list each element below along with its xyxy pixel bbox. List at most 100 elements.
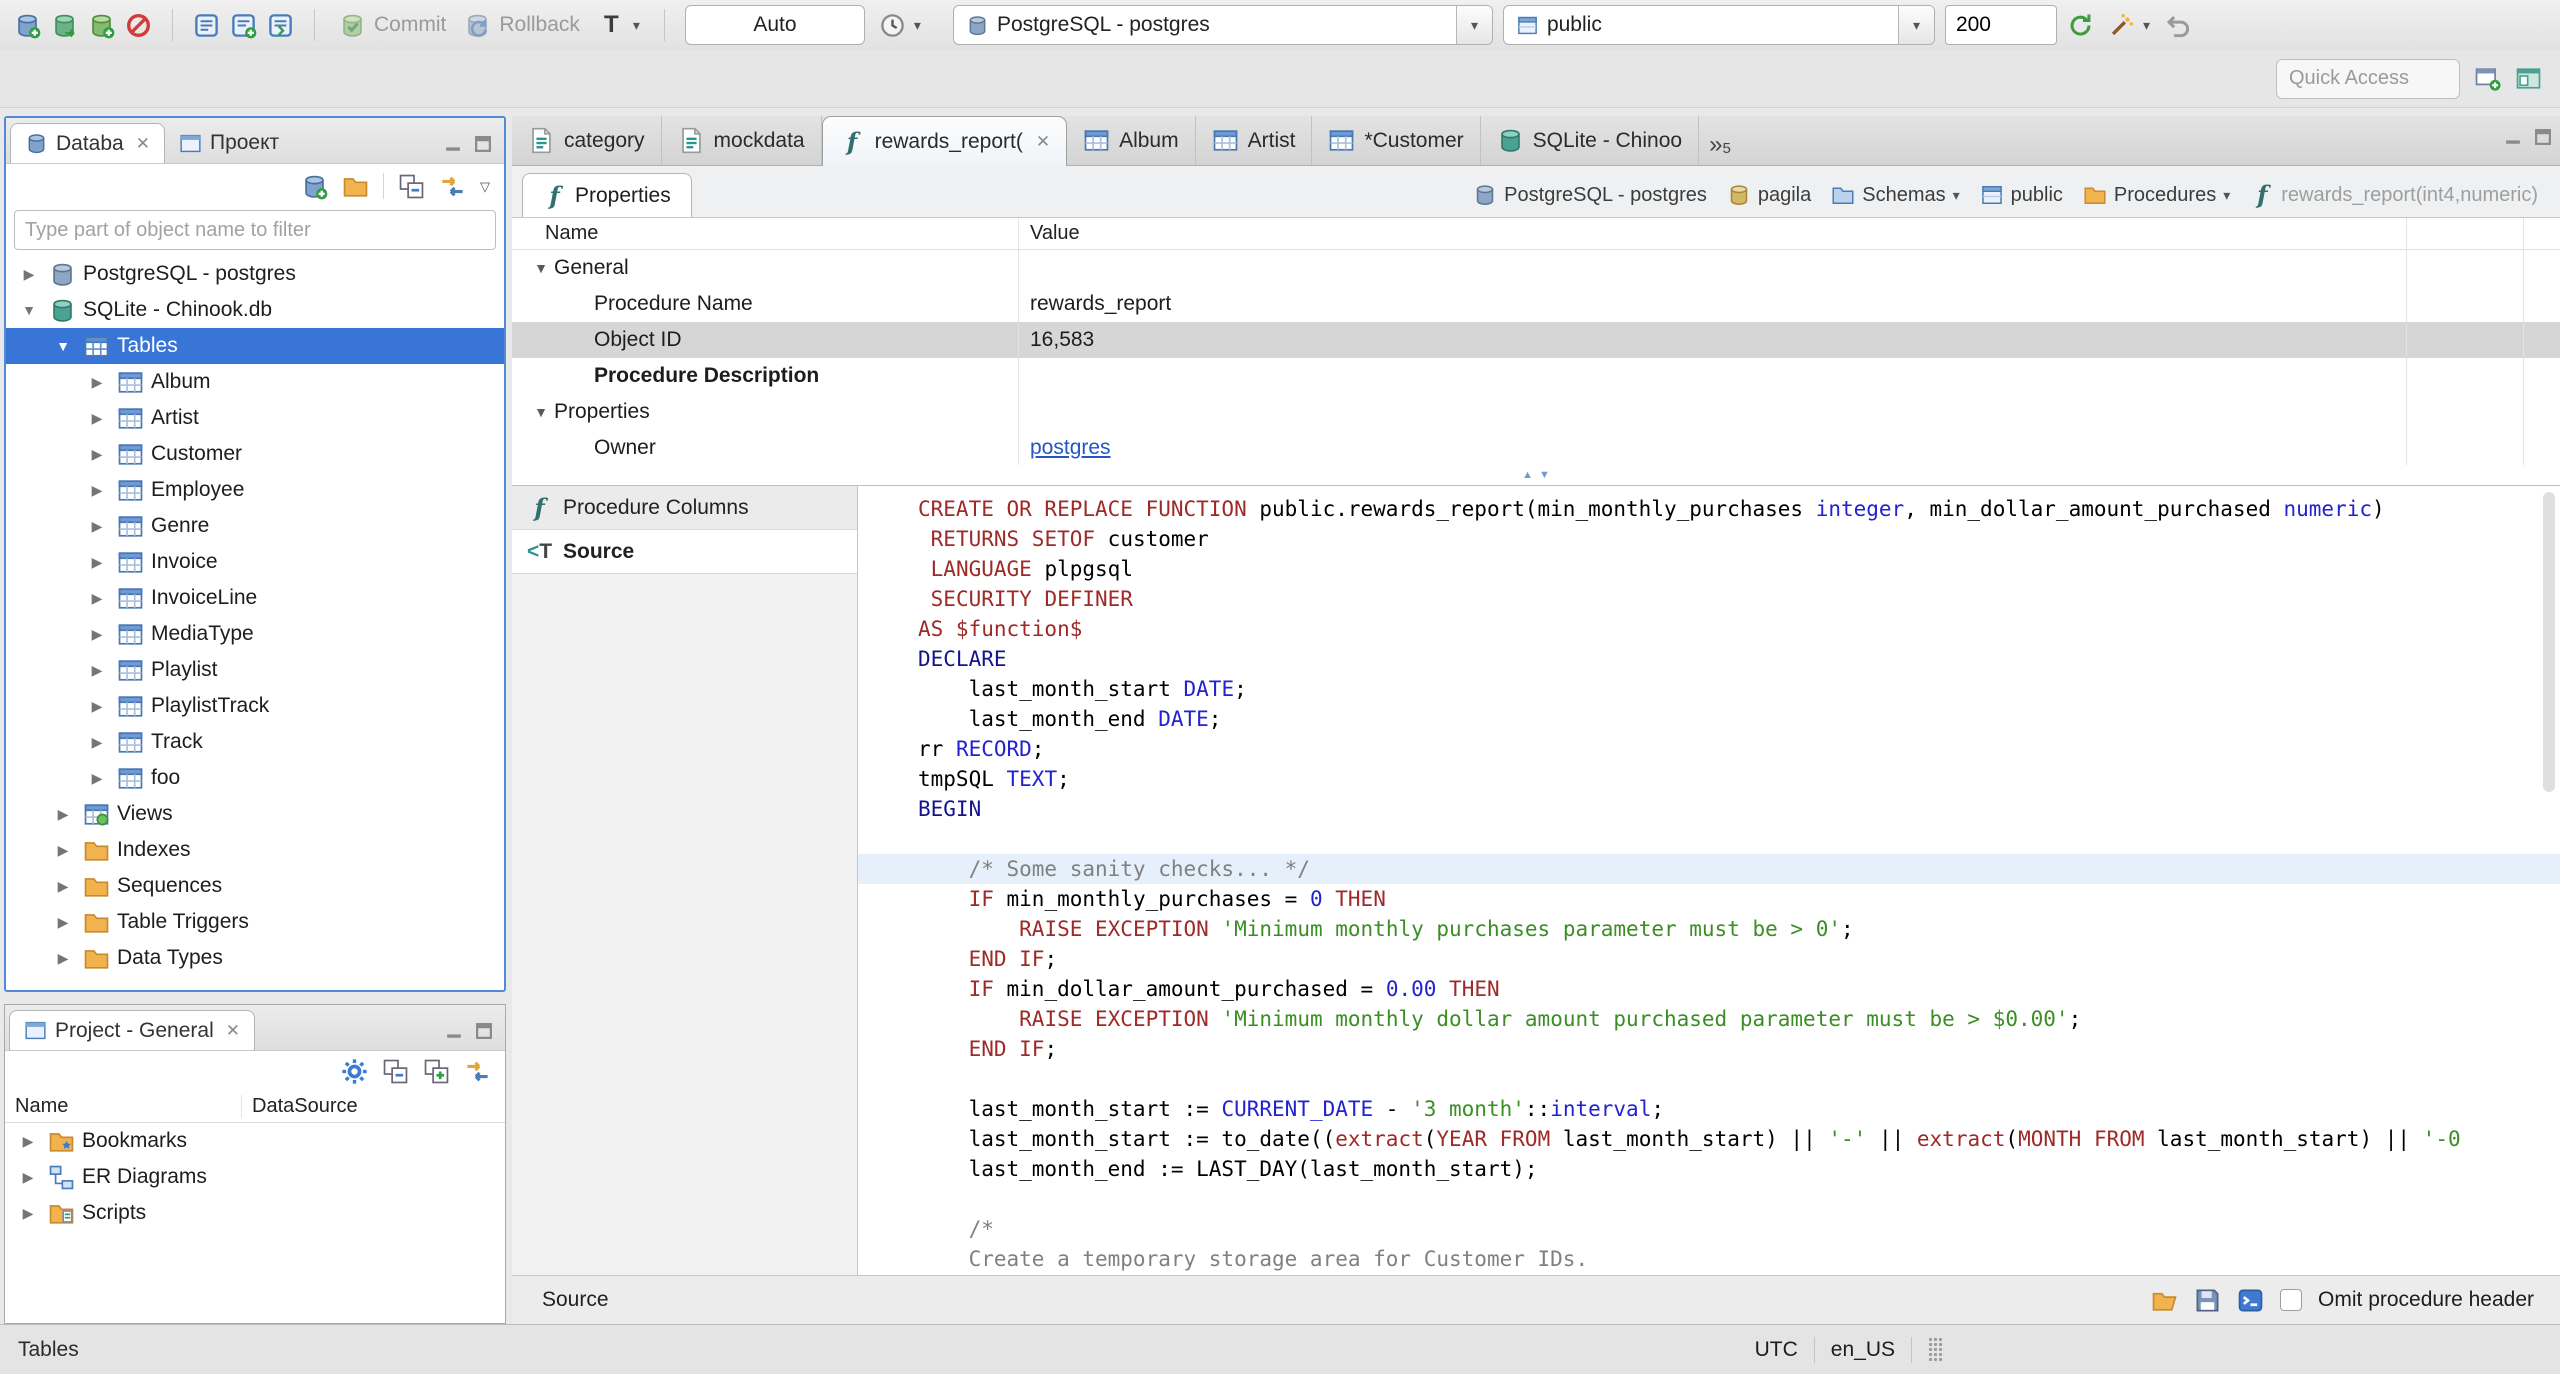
project-item-scripts[interactable]: ▶ Scripts (5, 1195, 505, 1231)
expand-arrow-collapsed-icon[interactable]: ▶ (84, 482, 110, 499)
expand-arrow-collapsed-icon[interactable]: ▶ (84, 518, 110, 535)
tree-item-playlisttrack[interactable]: ▶ PlaylistTrack (6, 688, 504, 724)
owner-link[interactable]: postgres (1030, 436, 1111, 459)
minimize-icon[interactable] (2502, 126, 2524, 148)
column-header-name[interactable]: Name (5, 1095, 242, 1118)
folder-open-icon[interactable] (2151, 1287, 2178, 1314)
code-line[interactable]: last_month_start := to_date((extract(YEA… (858, 1124, 2560, 1154)
expand-arrow-collapsed-icon[interactable]: ▶ (16, 266, 42, 283)
code-line[interactable]: END IF; (858, 944, 2560, 974)
code-line[interactable]: RETURNS SETOF customer (858, 524, 2560, 554)
scrollbar[interactable] (2543, 492, 2555, 792)
property-group-row-general[interactable]: ▼ General (512, 250, 2560, 286)
minimize-icon[interactable] (442, 133, 464, 155)
sql-editor-icon[interactable] (193, 12, 220, 39)
maximize-icon[interactable] (473, 1020, 495, 1042)
expand-arrow-collapsed-icon[interactable]: ▶ (84, 626, 110, 643)
editor-tab-category[interactable]: category (512, 116, 662, 165)
code-line[interactable]: last_month_end := LAST_DAY(last_month_st… (858, 1154, 2560, 1184)
breadcrumb-item-procedures[interactable]: Procedures ▾ (2083, 183, 2230, 207)
expand-arrow-collapsed-icon[interactable]: ▶ (84, 590, 110, 607)
connection-selector[interactable]: PostgreSQL - postgres ▾ (952, 5, 1493, 45)
subtab-procedure-columns[interactable]: f Procedure Columns (512, 486, 857, 530)
link-editor-icon[interactable] (439, 173, 466, 200)
subtab-source[interactable]: <T Source (512, 530, 857, 574)
code-line[interactable]: SECURITY DEFINER (858, 584, 2560, 614)
tree-item-album[interactable]: ▶ Album (6, 364, 504, 400)
code-line[interactable]: */ (858, 1274, 2560, 1275)
chevron-down-icon[interactable]: ▾ (1953, 188, 1960, 202)
filter-input[interactable] (14, 210, 496, 250)
code-line[interactable]: last_month_end DATE; (858, 704, 2560, 734)
expand-arrow-collapsed-icon[interactable]: ▶ (84, 662, 110, 679)
minimize-icon[interactable] (443, 1020, 465, 1042)
refresh-icon[interactable] (2067, 12, 2094, 39)
expand-arrow-collapsed-icon[interactable]: ▶ (50, 950, 76, 967)
project-item-er-diagrams[interactable]: ▶ ER Diagrams (5, 1159, 505, 1195)
expand-arrow-expanded-icon[interactable]: ▼ (16, 302, 42, 318)
omit-procedure-header-checkbox[interactable] (2280, 1289, 2303, 1311)
column-header-datasource[interactable]: DataSource (242, 1095, 358, 1118)
tree-item-invoiceline[interactable]: ▶ InvoiceLine (6, 580, 504, 616)
code-line[interactable]: DECLARE (858, 644, 2560, 674)
expand-arrow-expanded-icon[interactable]: ▼ (50, 338, 76, 354)
tree-item-postgresql-postgres[interactable]: ▶ PostgreSQL - postgres (6, 256, 504, 292)
expand-arrow-collapsed-icon[interactable]: ▶ (84, 554, 110, 571)
breadcrumb-item-pagila[interactable]: pagila (1727, 183, 1811, 207)
code-line[interactable]: /* Some sanity checks... */ (858, 854, 2560, 884)
new-connection-small-icon[interactable] (301, 173, 328, 200)
expand-arrow-collapsed-icon[interactable]: ▶ (84, 698, 110, 715)
view-menu-icon[interactable]: ▽ (480, 180, 490, 193)
code-line[interactable]: last_month_start := CURRENT_DATE - '3 mo… (858, 1094, 2560, 1124)
collapse-all-icon[interactable] (398, 173, 425, 200)
tree-item-artist[interactable]: ▶ Artist (6, 400, 504, 436)
maximize-icon[interactable] (472, 133, 494, 155)
expand-arrow-collapsed-icon[interactable]: ▶ (84, 446, 110, 463)
close-icon[interactable]: ✕ (136, 134, 150, 154)
locale-label[interactable]: en_US (1831, 1338, 1895, 1362)
property-row-procedure-name[interactable]: Procedure Name rewards_report (512, 286, 2560, 322)
code-line[interactable]: /* (858, 1214, 2560, 1244)
code-line[interactable]: BEGIN (858, 794, 2560, 824)
property-row-procedure-description[interactable]: Procedure Description (512, 358, 2560, 394)
tab-overflow[interactable]: » 5 (1699, 116, 1741, 165)
source-code-editor[interactable]: CREATE OR REPLACE FUNCTION public.reward… (858, 486, 2560, 1275)
persist-icon[interactable] (2237, 1287, 2264, 1314)
expand-arrow-collapsed-icon[interactable]: ▶ (84, 734, 110, 751)
tree-item-mediatype[interactable]: ▶ MediaType (6, 616, 504, 652)
grid-column-value[interactable]: Value (1018, 222, 1080, 245)
new-connection-icon[interactable] (14, 12, 41, 39)
auto-commit-combo[interactable]: Auto (684, 5, 865, 45)
tab-database-navigator[interactable]: Databa ✕ (10, 123, 165, 163)
rollback-button[interactable]: Rollback (460, 10, 584, 41)
project-item-bookmarks[interactable]: ▶ Bookmarks (5, 1123, 505, 1159)
expand-all-icon[interactable] (423, 1058, 450, 1085)
breadcrumb-item-rewards-report-int4-numeric[interactable]: f rewards_report(int4,numeric) (2250, 183, 2538, 207)
code-line[interactable]: last_month_start DATE; (858, 674, 2560, 704)
code-line[interactable]: LANGUAGE plpgsql (858, 554, 2560, 584)
link-editor-icon[interactable] (464, 1058, 491, 1085)
new-database-icon[interactable] (88, 12, 115, 39)
code-line[interactable]: Create a temporary storage area for Cust… (858, 1244, 2560, 1274)
format-wand-button[interactable]: ▾ (2104, 10, 2154, 41)
tree-item-sqlite-chinook-db[interactable]: ▼ SQLite - Chinook.db (6, 292, 504, 328)
tree-item-table-triggers[interactable]: ▶ Table Triggers (6, 904, 504, 940)
breadcrumb-item-postgresql-postgres[interactable]: PostgreSQL - postgres (1473, 183, 1707, 207)
open-sql-script-icon[interactable] (267, 12, 294, 39)
expand-arrow-collapsed-icon[interactable]: ▶ (50, 806, 76, 823)
tree-item-views[interactable]: ▶ Views (6, 796, 504, 832)
transaction-mode-button[interactable]: T ▾ (594, 10, 644, 41)
tree-item-customer[interactable]: ▶ Customer (6, 436, 504, 472)
db-perspective-icon[interactable] (2515, 65, 2542, 92)
tree-item-foo[interactable]: ▶ foo (6, 760, 504, 796)
property-group-row-properties[interactable]: ▼ Properties (512, 394, 2560, 430)
expand-arrow-collapsed-icon[interactable]: ▶ (84, 410, 110, 427)
chevron-down-icon[interactable]: ▾ (1897, 6, 1934, 44)
tab-projects[interactable]: Проект (165, 123, 293, 163)
connect-icon[interactable] (51, 12, 78, 39)
code-line[interactable]: RAISE EXCEPTION 'Minimum monthly purchas… (858, 914, 2560, 944)
new-sql-editor-icon[interactable] (230, 12, 257, 39)
code-line[interactable] (858, 824, 2560, 854)
property-row-owner[interactable]: Owner postgres (512, 430, 2560, 466)
history-dropdown-button[interactable]: ▾ (875, 10, 925, 41)
